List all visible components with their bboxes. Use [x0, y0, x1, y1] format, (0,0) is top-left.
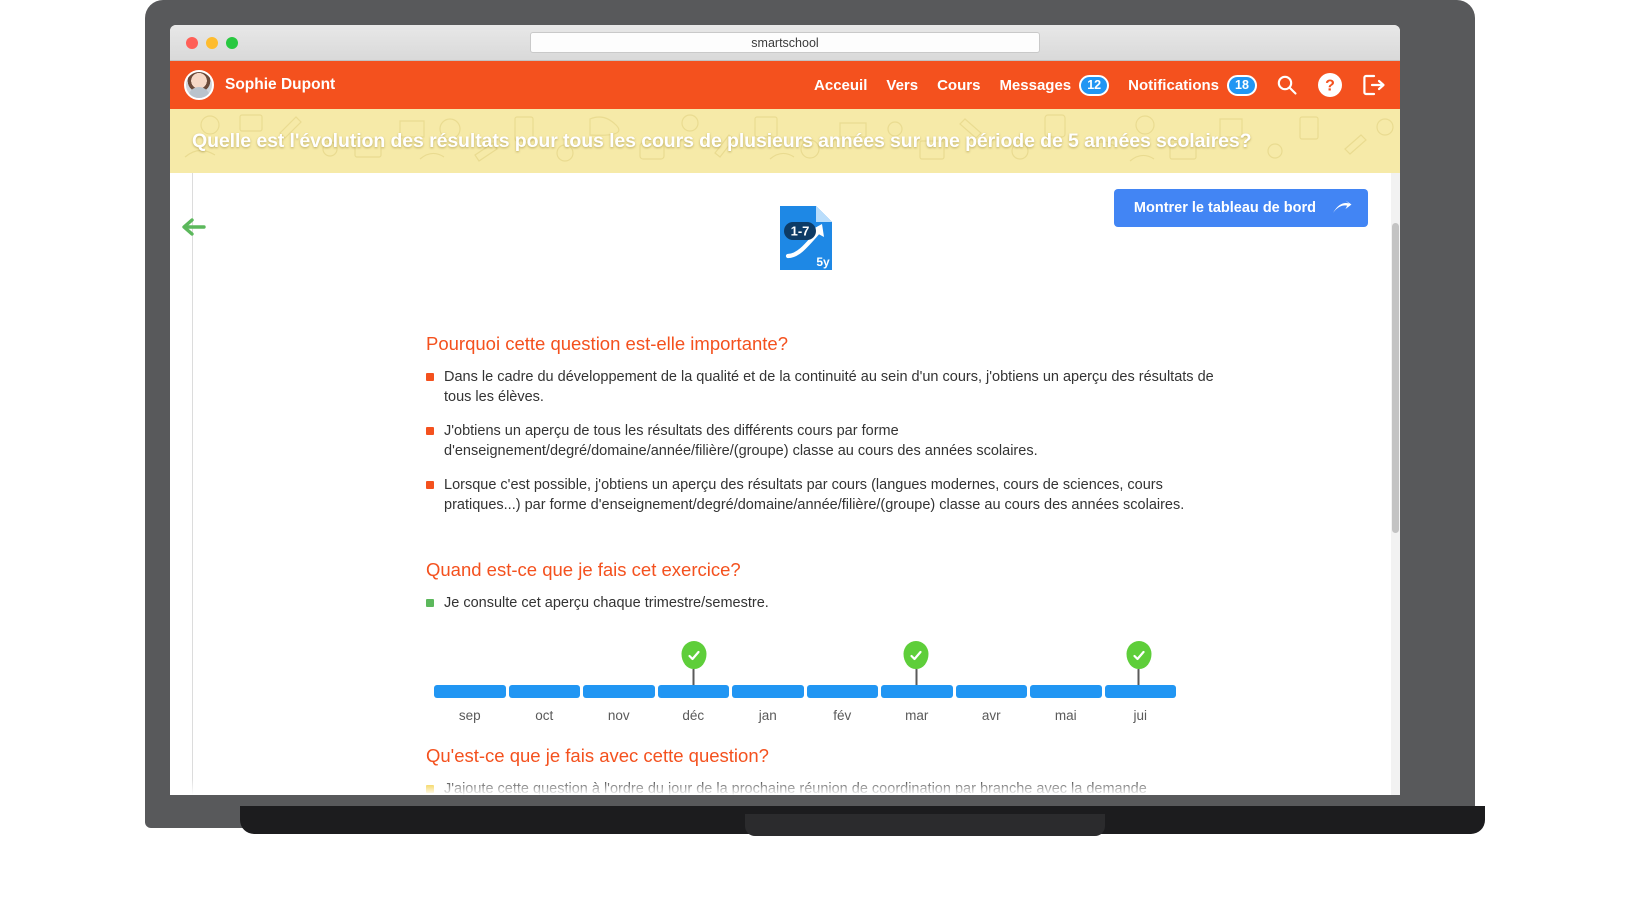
document-trend-icon: 1-7 5y — [778, 204, 834, 272]
timeline-bar[interactable] — [657, 685, 729, 698]
dashboard-button-label: Montrer le tableau de bord — [1133, 200, 1316, 216]
marker-stem — [692, 669, 695, 685]
month-label: sep — [458, 708, 481, 723]
list-item-text: J'obtiens un aperçu de tous les résultat… — [444, 423, 1038, 459]
bullet-icon — [426, 427, 434, 435]
timeline-bar[interactable] — [806, 685, 878, 698]
bullet-icon — [426, 599, 434, 607]
month-label: nov — [607, 708, 630, 723]
list-item-text: Dans le cadre du développement de la qua… — [444, 369, 1214, 405]
timeline-bar[interactable] — [1030, 685, 1102, 698]
logout-icon[interactable] — [1362, 73, 1386, 97]
month-label: jan — [758, 708, 777, 723]
nav-label: Vers — [886, 76, 919, 94]
marker-stem — [915, 669, 918, 685]
arrow-left-icon — [182, 218, 206, 236]
search-icon[interactable] — [1276, 74, 1298, 96]
nav-item-vers[interactable]: Vers — [886, 77, 918, 94]
month-label: mai — [1054, 708, 1077, 723]
laptop-base-lip — [745, 814, 1105, 836]
arrow-right-curved-icon — [1333, 200, 1352, 213]
timeline-marker-dec[interactable] — [681, 641, 707, 685]
month-label: mar — [905, 708, 929, 723]
section-heading-what: Qu'est-ce que je fais avec cette questio… — [426, 745, 769, 766]
content-area: Pourquoi cette question est-elle importa… — [426, 333, 1216, 795]
doc-years-label: 5y — [816, 255, 830, 269]
doc-badge-label: 1-7 — [791, 224, 810, 239]
timeline-bar[interactable] — [508, 685, 580, 698]
window-controls[interactable] — [186, 36, 238, 49]
page-scrollbar[interactable] — [1391, 173, 1400, 795]
section-heading-when: Quand est-ce que je fais cet exercice? — [426, 559, 741, 580]
show-dashboard-button[interactable]: Montrer le tableau de bord — [1113, 189, 1368, 227]
marker-stem — [1137, 669, 1140, 685]
main-navigation: Acceuil Vers Cours Messages 12 Notificat… — [814, 72, 1400, 98]
timeline-bar[interactable] — [881, 685, 953, 698]
user-name: Sophie Dupont — [225, 76, 336, 93]
messages-badge: 12 — [1079, 74, 1110, 96]
check-icon — [903, 641, 929, 669]
list-item: Je consulte cet aperçu chaque trimestre/… — [426, 593, 1216, 613]
notifications-badge: 18 — [1227, 74, 1257, 96]
page-body: Montrer le tableau de bord 1-7 5y Pourqu… — [170, 173, 1400, 795]
timeline-bar[interactable] — [434, 685, 506, 698]
minimize-window-button[interactable] — [206, 36, 218, 49]
question-banner: Quelle est l'évolution des résultats pou… — [170, 109, 1400, 173]
list-item: J'obtiens un aperçu de tous les résultat… — [426, 421, 1216, 461]
timeline-month-labels: sep oct nov déc jan fév mar avr mai jui — [434, 708, 1176, 723]
month-label: avr — [981, 708, 1001, 723]
list-item-text: Je consulte cet aperçu chaque trimestre/… — [444, 595, 769, 611]
nav-label: Acceuil — [814, 76, 868, 94]
check-icon — [1126, 641, 1152, 669]
month-label: fév — [833, 708, 852, 723]
nav-item-messages[interactable]: Messages 12 — [999, 74, 1110, 96]
month-label: jui — [1133, 708, 1147, 723]
nav-label: Messages — [999, 76, 1072, 94]
nav-label: Notifications — [1128, 76, 1219, 94]
scrollbar-thumb[interactable] — [1392, 223, 1399, 533]
section-heading-importance: Pourquoi cette question est-elle importa… — [426, 333, 788, 354]
when-list: Je consulte cet aperçu chaque trimestre/… — [426, 593, 1216, 613]
url-text: smartschool — [751, 35, 819, 50]
app-header: Sophie Dupont Acceuil Vers Cours Message… — [170, 61, 1400, 109]
timeline-bar[interactable] — [955, 685, 1027, 698]
help-icon[interactable]: ? — [1317, 72, 1343, 98]
url-bar[interactable]: smartschool — [530, 32, 1040, 53]
timeline-bar[interactable] — [1104, 685, 1176, 698]
svg-text:?: ? — [1325, 78, 1335, 95]
list-item: Lorsque c'est possible, j'obtiens un ape… — [426, 475, 1216, 515]
content-bottom-fade — [170, 779, 1400, 795]
bullet-icon — [426, 481, 434, 489]
nav-label: Cours — [937, 76, 981, 94]
list-item-text: Lorsque c'est possible, j'obtiens un ape… — [444, 477, 1185, 513]
timeline-bar[interactable] — [583, 685, 655, 698]
importance-list: Dans le cadre du développement de la qua… — [426, 367, 1216, 515]
list-item: Dans le cadre du développement de la qua… — [426, 367, 1216, 407]
month-label: déc — [682, 708, 705, 723]
browser-titlebar: smartschool — [170, 25, 1400, 61]
timeline-bars — [434, 685, 1176, 698]
browser-window: smartschool Sophie Dupont Acceuil Vers C… — [170, 25, 1400, 795]
nav-item-acceuil[interactable]: Acceuil — [814, 77, 867, 94]
timeline-marker-mar[interactable] — [903, 641, 929, 685]
nav-item-cours[interactable]: Cours — [937, 77, 980, 94]
page-title: Quelle est l'évolution des résultats pou… — [192, 129, 1252, 152]
close-window-button[interactable] — [186, 36, 198, 49]
timeline-markers — [434, 641, 1176, 685]
school-year-timeline: sep oct nov déc jan fév mar avr mai jui — [434, 641, 1176, 723]
avatar[interactable] — [184, 70, 214, 100]
back-button[interactable] — [179, 213, 207, 241]
check-icon — [681, 641, 707, 669]
nav-item-notifications[interactable]: Notifications 18 — [1128, 74, 1257, 96]
timeline-marker-jui[interactable] — [1126, 641, 1152, 685]
month-label: oct — [535, 708, 554, 723]
timeline-bar[interactable] — [732, 685, 804, 698]
bullet-icon — [426, 373, 434, 381]
maximize-window-button[interactable] — [226, 36, 238, 49]
left-rail-divider — [192, 173, 193, 795]
